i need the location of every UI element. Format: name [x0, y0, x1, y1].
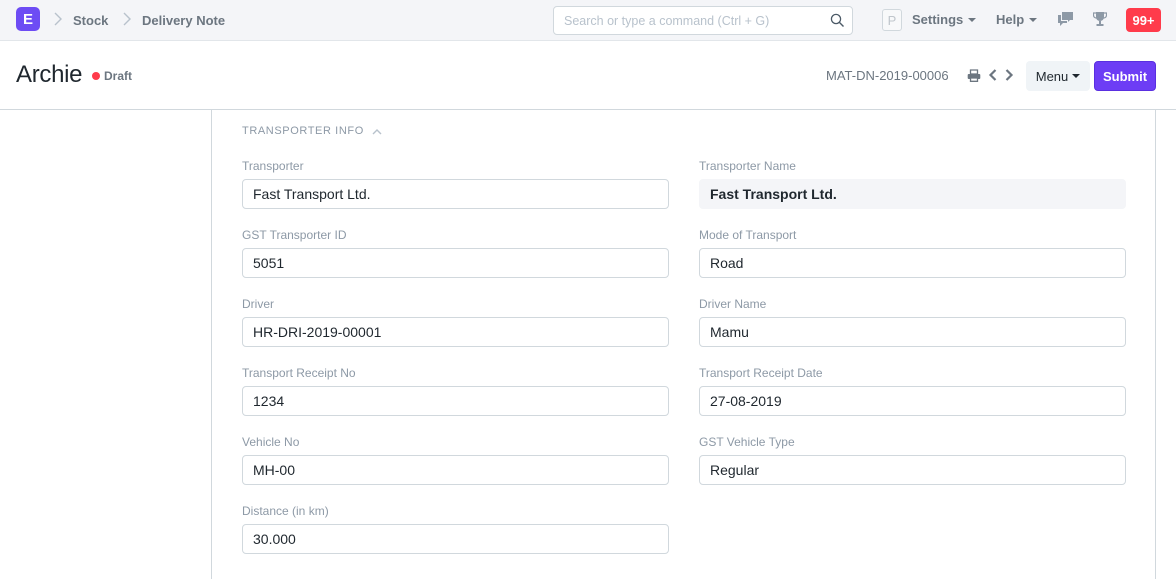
settings-dropdown[interactable]: Settings [912, 12, 977, 27]
section-title: TRANSPORTER INFO [242, 125, 364, 137]
chevron-right-icon [123, 12, 131, 26]
field-label: Transporter [242, 159, 304, 173]
caret-down-icon [968, 17, 977, 22]
field-label: GST Transporter ID [242, 228, 347, 242]
vehicle-no-input[interactable]: MH-00 [242, 455, 669, 485]
field-vehicle-no: Vehicle No MH-00 [242, 435, 669, 485]
field-label: Mode of Transport [699, 228, 797, 242]
field-gst-vehicle-type: GST Vehicle Type Regular [699, 435, 1126, 485]
driver-name-input[interactable]: Mamu [699, 317, 1126, 347]
user-avatar[interactable]: P [882, 9, 902, 31]
gst-vehicle-type-select[interactable]: Regular [699, 455, 1126, 485]
field-transporter-name: Transporter Name Fast Transport Ltd. [699, 159, 1126, 209]
distance-input[interactable]: 30.000 [242, 524, 669, 554]
print-icon[interactable] [967, 69, 981, 82]
help-dropdown[interactable]: Help [996, 12, 1038, 27]
status-label: Draft [104, 69, 133, 83]
trophy-icon[interactable] [1093, 11, 1107, 27]
field-transporter: Transporter Fast Transport Ltd. [242, 159, 669, 209]
submit-button[interactable]: Submit [1094, 61, 1156, 91]
next-doc-icon[interactable] [1004, 68, 1014, 82]
form-section-transporter-info: TRANSPORTER INFO Transporter Fast Transp… [211, 110, 1156, 579]
status-dot [92, 72, 100, 80]
status-indicator: Draft [92, 69, 132, 83]
comments-icon[interactable] [1057, 11, 1074, 27]
transporter-name-value: Fast Transport Ltd. [699, 179, 1126, 209]
mode-of-transport-select[interactable]: Road [699, 248, 1126, 278]
search-bar [553, 6, 853, 35]
menu-label: Menu [1035, 68, 1069, 84]
notifications-badge[interactable]: 99+ [1126, 8, 1161, 32]
field-gst-transporter-id: GST Transporter ID 5051 [242, 228, 669, 278]
transport-receipt-no-input[interactable]: 1234 [242, 386, 669, 416]
page-title: Archie [16, 61, 83, 88]
field-mode-of-transport: Mode of Transport Road [699, 228, 1126, 278]
caret-down-icon [1029, 17, 1038, 22]
field-label: Driver Name [699, 297, 767, 311]
navbar: E Stock Delivery Note P Settings Help 99… [0, 0, 1176, 41]
document-name: MAT-DN-2019-00006 [826, 68, 949, 83]
breadcrumb-delivery-note[interactable]: Delivery Note [142, 13, 225, 28]
chevron-up-icon[interactable] [372, 128, 382, 135]
page-head: Archie Draft MAT-DN-2019-00006 Menu Subm… [0, 42, 1176, 110]
field-distance: Distance (in km) 30.000 [242, 504, 669, 554]
field-driver-name: Driver Name Mamu [699, 297, 1126, 347]
transport-receipt-date-input[interactable]: 27-08-2019 [699, 386, 1126, 416]
search-icon[interactable] [830, 13, 845, 28]
field-label: Vehicle No [242, 435, 300, 449]
chevron-right-icon [54, 12, 62, 26]
field-label: Transporter Name [699, 159, 796, 173]
caret-down-icon [1072, 74, 1081, 78]
field-label: GST Vehicle Type [699, 435, 795, 449]
settings-label: Settings [912, 12, 964, 27]
field-label: Driver [242, 297, 274, 311]
menu-button[interactable]: Menu [1026, 61, 1090, 91]
field-label: Transport Receipt No [242, 366, 356, 380]
help-label: Help [996, 12, 1025, 27]
field-transport-receipt-no: Transport Receipt No 1234 [242, 366, 669, 416]
field-label: Distance (in km) [242, 504, 329, 518]
previous-doc-icon[interactable] [988, 68, 998, 82]
field-driver: Driver HR-DRI-2019-00001 [242, 297, 669, 347]
transporter-input[interactable]: Fast Transport Ltd. [242, 179, 669, 209]
section-header[interactable]: TRANSPORTER INFO [242, 125, 382, 137]
gst-transporter-id-input[interactable]: 5051 [242, 248, 669, 278]
search-input[interactable] [554, 7, 814, 34]
field-transport-receipt-date: Transport Receipt Date 27-08-2019 [699, 366, 1126, 416]
breadcrumb-stock[interactable]: Stock [73, 13, 108, 28]
driver-input[interactable]: HR-DRI-2019-00001 [242, 317, 669, 347]
app-logo[interactable]: E [16, 7, 40, 31]
field-label: Transport Receipt Date [699, 366, 823, 380]
